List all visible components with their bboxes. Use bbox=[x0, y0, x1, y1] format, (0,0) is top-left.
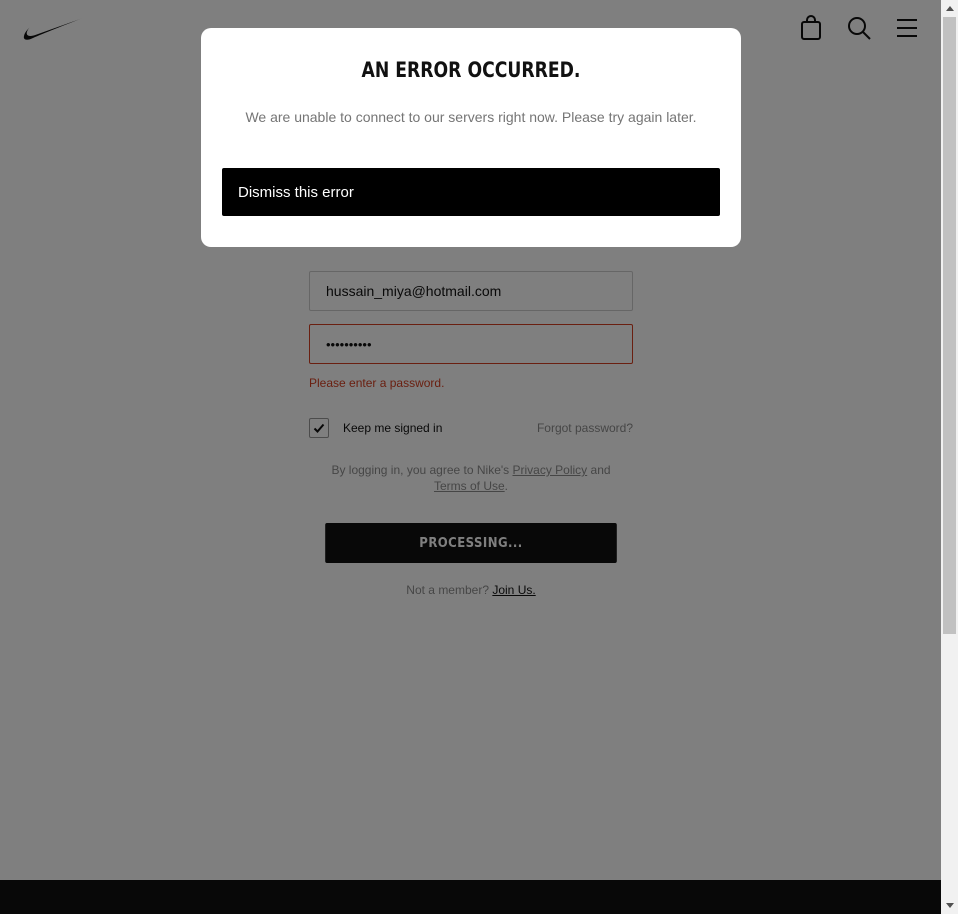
dismiss-error-button[interactable]: Dismiss this error bbox=[222, 168, 720, 216]
page: hussain_miya@hotmail.com •••••••••• Plea… bbox=[0, 0, 941, 914]
vertical-scrollbar[interactable] bbox=[941, 0, 958, 914]
error-modal: AN ERROR OCCURRED. We are unable to conn… bbox=[201, 28, 741, 247]
scroll-up-arrow-icon[interactable] bbox=[941, 0, 958, 17]
scroll-down-arrow-icon[interactable] bbox=[941, 897, 958, 914]
scrollbar-thumb[interactable] bbox=[943, 17, 956, 634]
modal-message: We are unable to connect to our servers … bbox=[245, 109, 697, 125]
modal-title: AN ERROR OCCURRED. bbox=[361, 58, 581, 82]
